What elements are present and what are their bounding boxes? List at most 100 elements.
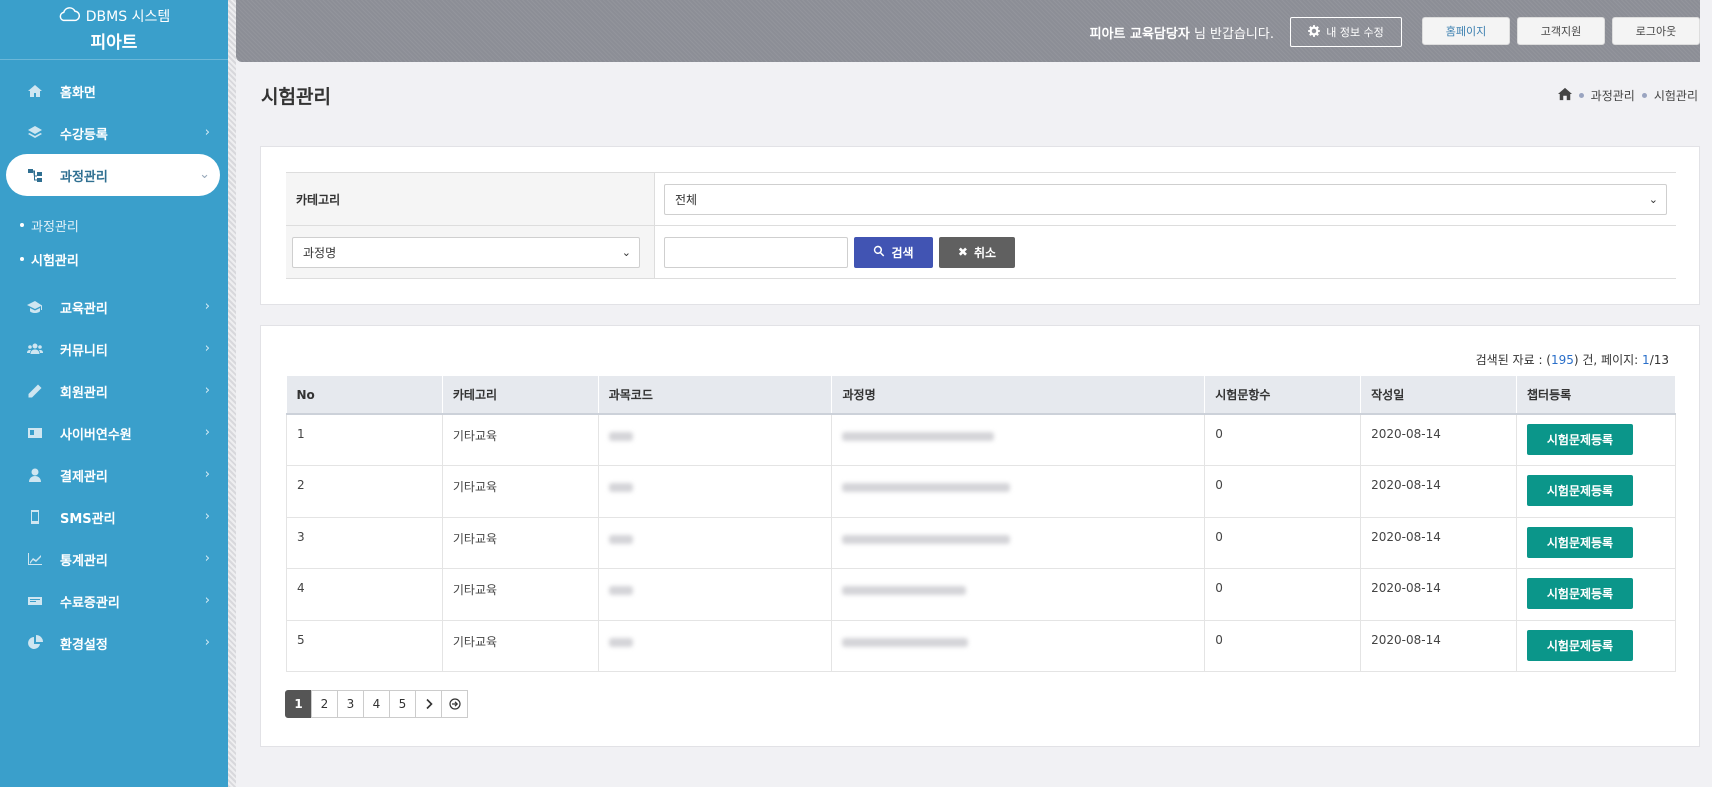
page-button[interactable]: 2 [311, 690, 338, 718]
subnav-item-course[interactable]: 과정관리 [20, 208, 228, 242]
cell-category: 기타교육 [442, 620, 599, 672]
sidebar-item-label: 홈화면 [60, 85, 96, 101]
home-icon [26, 82, 44, 100]
sidebar-item-cyber[interactable]: 사이버연수원 › [0, 412, 228, 454]
column-header: 챕터등록 [1516, 376, 1677, 415]
register-question-button[interactable]: 시험문제등록 [1526, 629, 1633, 661]
cell-code [598, 620, 833, 672]
search-button[interactable]: 검색 [854, 236, 933, 268]
sidebar-item-enrollment[interactable]: 수강등록 › [0, 112, 228, 154]
cell-course-name[interactable] [831, 620, 1206, 672]
table-row: 5 기타교육 0 2020-08-14 시험문제등록 [286, 620, 1677, 672]
edit-profile-button[interactable]: 내 정보 수정 [1290, 17, 1402, 47]
cell-date: 2020-08-14 [1360, 414, 1517, 466]
logout-button[interactable]: 로그아웃 [1612, 17, 1700, 45]
chevron-right-icon [425, 698, 433, 710]
sidebar-item-payment[interactable]: 결제관리 › [0, 454, 228, 496]
chart-icon [26, 550, 44, 568]
cell-course-name[interactable] [831, 517, 1206, 569]
sidebar-divider [228, 0, 236, 787]
sidebar-item-community[interactable]: 커뮤니티 › [0, 328, 228, 370]
redacted-text [608, 534, 633, 544]
page-button[interactable]: 5 [389, 690, 416, 718]
cell-action: 시험문제등록 [1516, 465, 1677, 518]
register-question-button[interactable]: 시험문제등록 [1526, 578, 1633, 609]
sidebar-item-settings[interactable]: 환경설정 › [0, 622, 228, 664]
sidebar-item-label: SMS관리 [60, 511, 116, 527]
pencil-icon [26, 382, 44, 400]
sidebar-item-home[interactable]: 홈화면 [0, 70, 228, 112]
column-header: 시험문항수 [1204, 376, 1362, 415]
redacted-text [608, 637, 633, 647]
sidebar-item-stats[interactable]: 통계관리 › [0, 538, 228, 580]
column-header: 과목코드 [598, 376, 833, 415]
cell-course-name[interactable] [831, 568, 1206, 621]
sidebar-item-members[interactable]: 회원관리 › [0, 370, 228, 412]
chevron-right-icon: › [204, 509, 210, 524]
search-input[interactable] [664, 236, 848, 268]
next-page-button[interactable] [415, 690, 442, 718]
last-page-button[interactable] [441, 690, 468, 718]
register-question-button[interactable]: 시험문제등록 [1526, 424, 1633, 455]
page-button[interactable]: 1 [285, 690, 312, 718]
certificate-icon [26, 592, 44, 610]
cell-date: 2020-08-14 [1360, 568, 1517, 621]
cell-date: 2020-08-14 [1360, 620, 1517, 672]
breadcrumb-item[interactable]: 과정관리 [1591, 87, 1635, 104]
mobile-icon [26, 508, 44, 526]
homepage-button[interactable]: 홈페이지 [1422, 17, 1510, 45]
chevron-right-icon: › [204, 383, 210, 398]
chevron-right-icon: › [204, 635, 210, 650]
chevron-right-icon: › [204, 341, 210, 356]
sitemap-icon [26, 166, 44, 184]
graduation-cap-icon [26, 298, 44, 316]
cell-action: 시험문제등록 [1516, 568, 1677, 621]
search-row-category: 카테고리 전체 ⌄ [286, 173, 1676, 226]
category-select[interactable]: 전체 ⌄ [664, 183, 1667, 215]
chevron-right-icon: › [204, 593, 210, 608]
cell-no: 3 [286, 517, 443, 569]
chevron-right-icon: › [204, 299, 210, 314]
table-row: 1 기타교육 0 2020-08-14 시험문제등록 [286, 414, 1677, 466]
sidebar: DBMS 시스템 피아트 홈화면 수강등록 › 과정관리 ⌄ 과정관리 시험관리… [0, 0, 228, 787]
cell-course-name[interactable] [831, 465, 1206, 518]
home-icon[interactable] [1557, 87, 1572, 104]
sidebar-item-label: 과정관리 [60, 169, 108, 185]
sidebar-item-label: 통계관리 [60, 553, 108, 569]
table-row: 3 기타교육 0 2020-08-14 시험문제등록 [286, 517, 1677, 569]
circle-arrow-right-icon [448, 698, 461, 710]
current-page: 1 [1642, 353, 1650, 367]
cell-course-name[interactable] [831, 414, 1206, 466]
search-button-label: 검색 [891, 245, 914, 260]
edit-profile-label: 내 정보 수정 [1326, 26, 1384, 39]
register-question-button[interactable]: 시험문제등록 [1526, 526, 1633, 558]
cell-code [598, 414, 833, 466]
gear-icon [1308, 24, 1321, 40]
sidebar-item-label: 교육관리 [60, 301, 108, 317]
cell-category: 기타교육 [442, 568, 599, 621]
subnav-item-exam[interactable]: 시험관리 [20, 242, 228, 276]
search-row-keyword: 과정명 ⌄ 검색 ✖ 취소 [286, 226, 1676, 279]
page-button[interactable]: 3 [337, 690, 364, 718]
table-row: 4 기타교육 0 2020-08-14 시험문제등록 [286, 568, 1677, 621]
breadcrumb-separator [1641, 93, 1647, 98]
search-field-select[interactable]: 과정명 ⌄ [292, 236, 640, 268]
sidebar-item-certificate[interactable]: 수료증관리 › [0, 580, 228, 622]
cancel-button[interactable]: ✖ 취소 [939, 236, 1015, 268]
support-button[interactable]: 고객지원 [1517, 17, 1605, 45]
brand-system: DBMS 시스템 [85, 9, 171, 25]
brand[interactable]: DBMS 시스템 피아트 [0, 0, 228, 60]
register-question-button[interactable]: 시험문제등록 [1526, 475, 1633, 506]
cell-date: 2020-08-14 [1360, 465, 1517, 518]
cell-questions: 0 [1204, 465, 1362, 518]
sidebar-item-sms[interactable]: SMS관리 › [0, 496, 228, 538]
result-total: 195 [1550, 353, 1574, 367]
sidebar-item-course[interactable]: 과정관리 ⌄ [6, 154, 220, 196]
sidebar-item-education[interactable]: 교육관리 › [0, 286, 228, 328]
exam-table: No 카테고리 과목코드 과정명 시험문항수 작성일 챕터등록 1 기타교육 0… [286, 376, 1677, 672]
cell-action: 시험문제등록 [1516, 517, 1677, 569]
cell-no: 2 [286, 465, 443, 518]
page-button[interactable]: 4 [363, 690, 390, 718]
redacted-text [842, 432, 995, 441]
redacted-text [842, 637, 969, 647]
